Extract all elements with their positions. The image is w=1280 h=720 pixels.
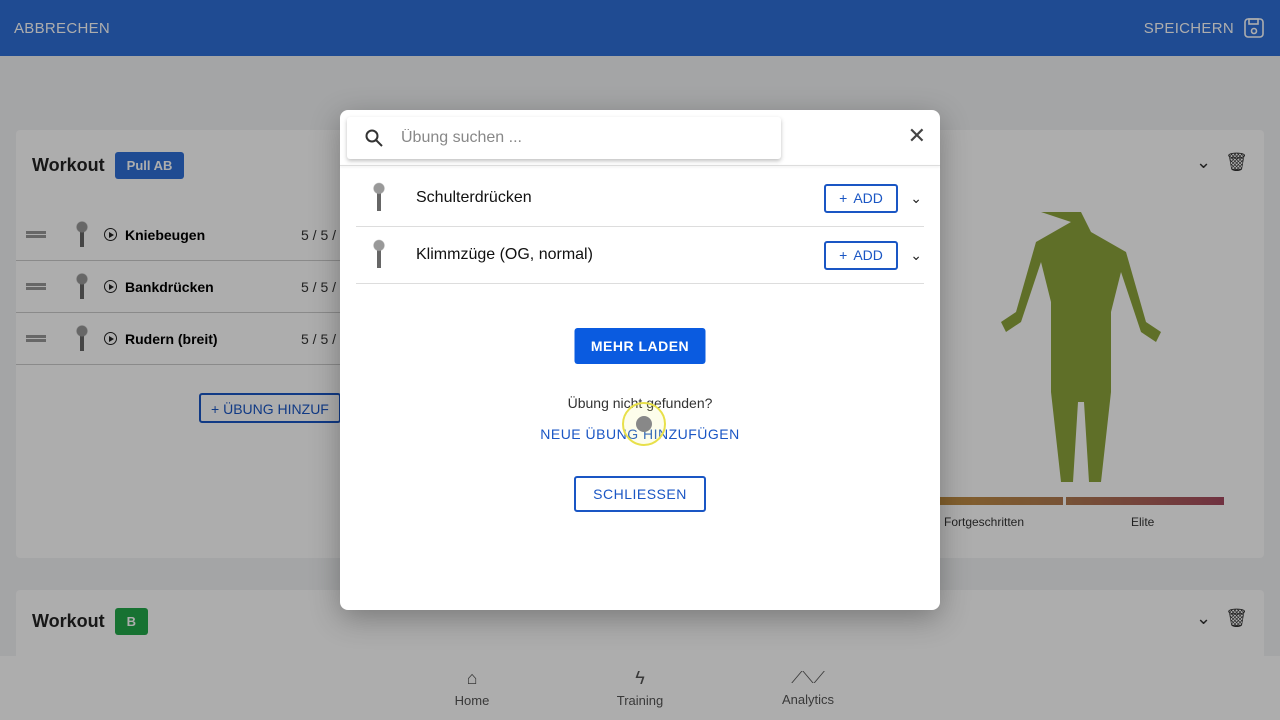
add-label: ADD (853, 247, 883, 263)
exercise-search-dialog: ✕ Schulterdrücken + ADD ⌄ Klimmzüge (OG, n… (340, 110, 940, 610)
exercise-name: Klimmzüge (OG, normal) (416, 246, 593, 263)
search-result[interactable]: Klimmzüge (OG, normal) + ADD ⌄ (356, 227, 924, 284)
chevron-down-icon[interactable]: ⌄ (910, 247, 922, 264)
exercise-image (356, 174, 402, 222)
cursor-indicator (622, 402, 666, 446)
add-button[interactable]: + ADD (824, 183, 898, 213)
search-input[interactable] (401, 129, 761, 147)
exercise-name: Schulterdrücken (416, 189, 532, 206)
search-icon (365, 129, 383, 147)
close-button[interactable]: SCHLIESSEN (574, 476, 706, 512)
search-bar (347, 117, 781, 159)
close-icon[interactable]: ✕ (908, 125, 926, 147)
chevron-down-icon[interactable]: ⌄ (910, 190, 922, 207)
exercise-image (356, 231, 402, 279)
add-label: ADD (853, 190, 883, 206)
search-result[interactable]: Schulterdrücken + ADD ⌄ (356, 170, 924, 227)
dialog-header-divider (340, 165, 940, 166)
load-more-button[interactable]: MEHR LADEN (574, 328, 706, 364)
add-button[interactable]: + ADD (824, 240, 898, 270)
